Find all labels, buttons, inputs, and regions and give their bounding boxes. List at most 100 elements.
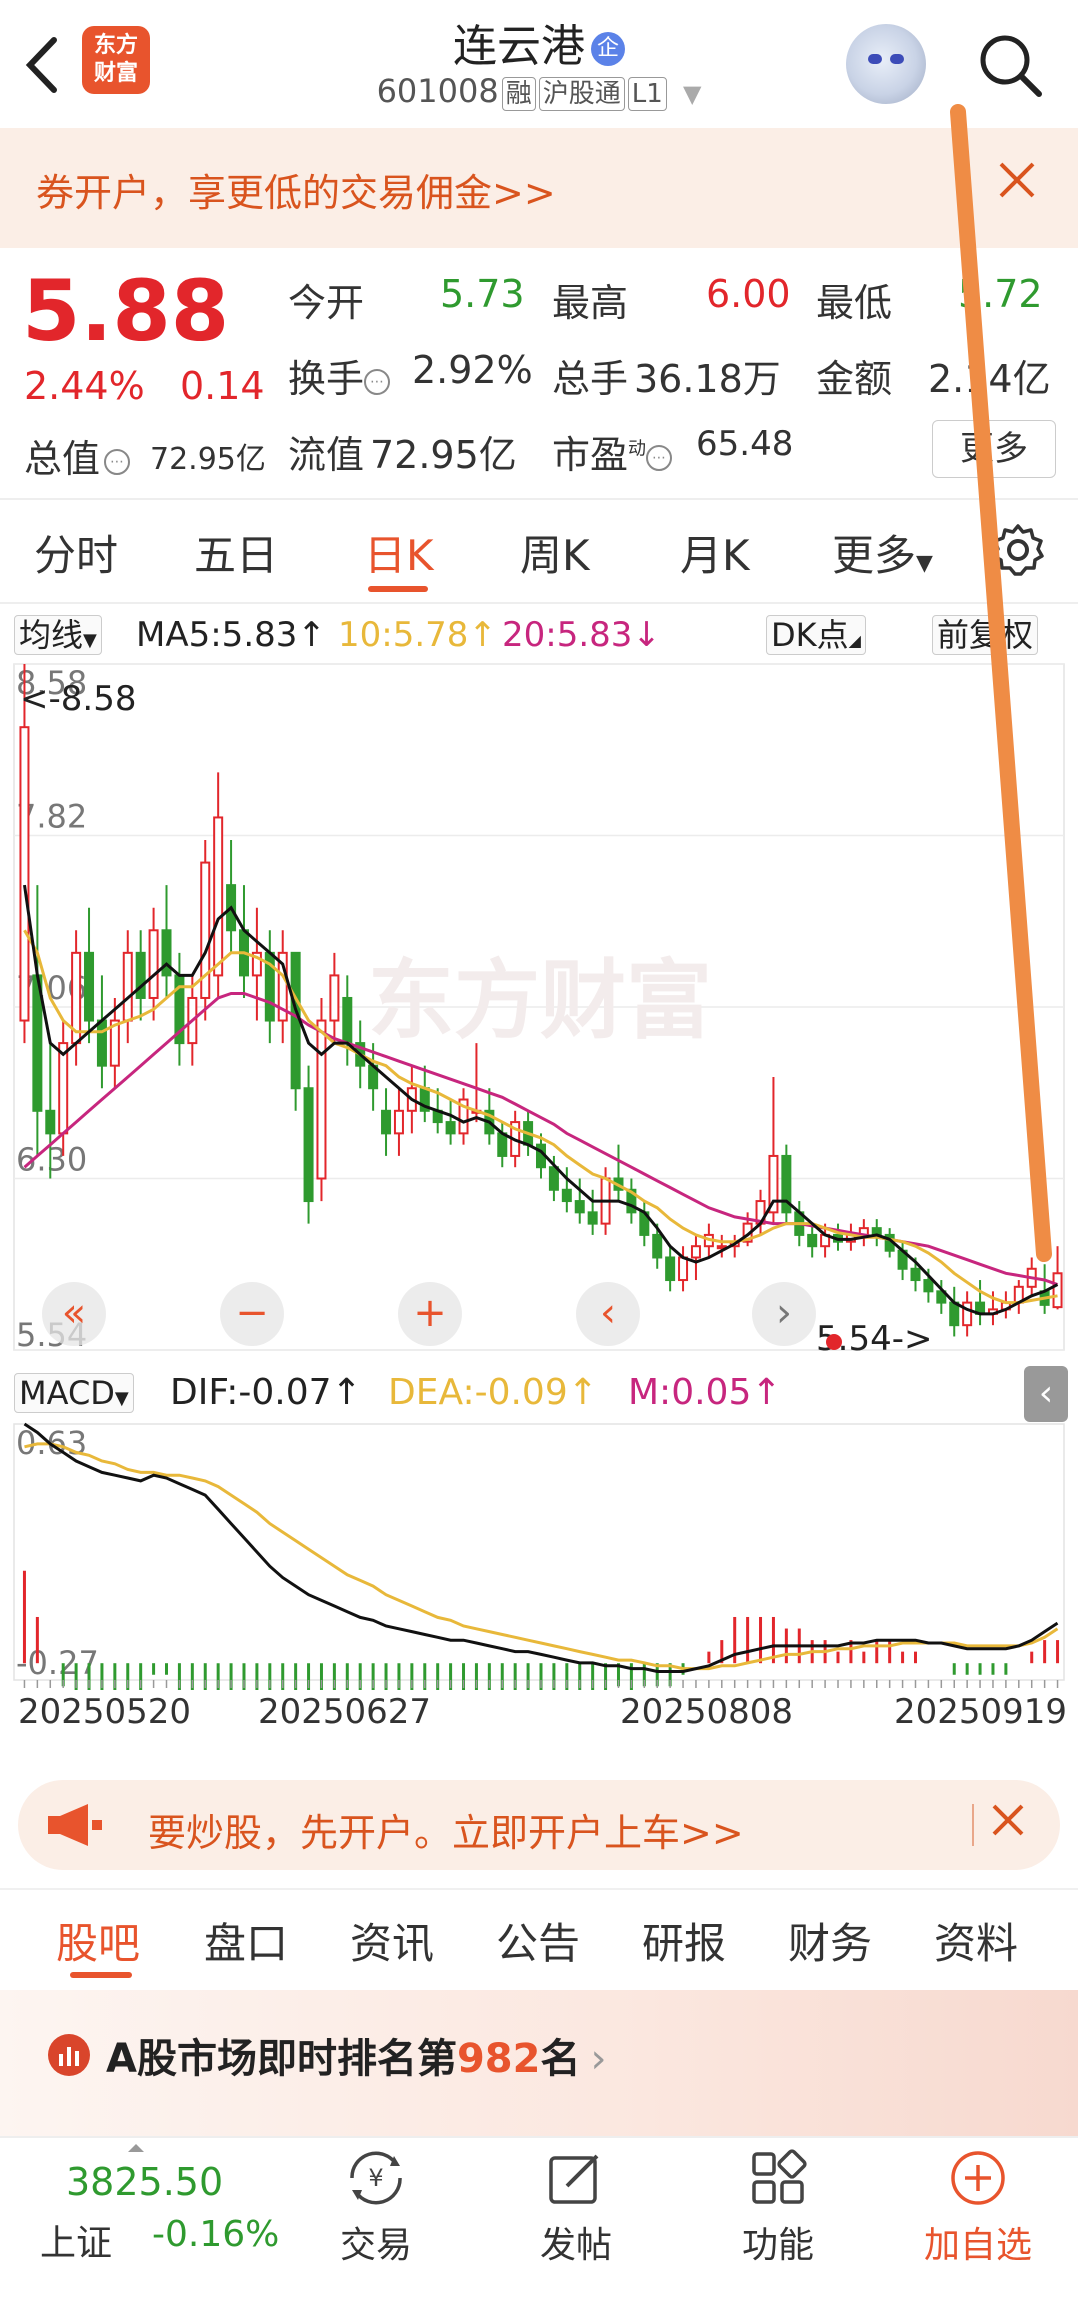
search-icon[interactable] xyxy=(975,30,1045,100)
macd-chart[interactable]: 0.63-0.27 xyxy=(0,1420,1078,1690)
candle-body xyxy=(45,1109,56,1135)
add-circle-icon[interactable] xyxy=(948,2148,1008,2208)
candle-body xyxy=(148,929,159,999)
candlestick-chart[interactable]: 8.587.827.066.305.54东方财富<-8.585.54-> xyxy=(0,660,1078,1360)
zoom-in-button[interactable]: + xyxy=(398,1282,462,1346)
close-icon[interactable] xyxy=(986,1796,1030,1854)
info-icon[interactable]: ⋯ xyxy=(646,444,673,471)
svg-text:¥: ¥ xyxy=(368,2164,383,2192)
divider xyxy=(972,1804,974,1846)
tab-news[interactable]: 资讯 xyxy=(350,1910,434,1971)
tab-monthly-k[interactable]: 月K xyxy=(680,522,750,583)
open-account-banner[interactable]: 要炒股，先开户。立即开户上车>> xyxy=(18,1780,1060,1870)
ranking-card[interactable]: A股市场即时排名第982名 › xyxy=(0,1990,1078,2140)
last-price: 5.88 xyxy=(22,262,230,360)
stock-code: 601008 xyxy=(376,72,499,110)
tab-orderbook[interactable]: 盘口 xyxy=(204,1910,288,1971)
candle-body xyxy=(122,951,133,1022)
divider xyxy=(0,498,1078,500)
high-value: 6.00 xyxy=(706,272,791,316)
macd-selector[interactable]: MACD▼ xyxy=(14,1368,134,1418)
date-label: 20250808 xyxy=(620,1692,794,1732)
edit-post-icon[interactable] xyxy=(545,2148,605,2208)
ranking-number: 982 xyxy=(456,2036,541,2082)
candle-body xyxy=(329,974,340,1022)
date-label: 20250627 xyxy=(258,1692,432,1732)
functions-grid-icon[interactable] xyxy=(748,2148,808,2208)
close-icon[interactable] xyxy=(995,158,1039,211)
open-label: 今开 xyxy=(288,281,365,325)
dif-value: DIF:-0.07↑ xyxy=(170,1372,362,1413)
candle-body xyxy=(96,1019,107,1067)
chevron-left-icon[interactable]: ‹ xyxy=(1024,1366,1068,1422)
open-account-text[interactable]: 要炒股，先开户。立即开户上车>> xyxy=(148,1802,744,1857)
nav-post-label[interactable]: 发帖 xyxy=(516,2216,636,2268)
rewind-button[interactable]: « xyxy=(42,1282,106,1346)
pe-label: 市盈动 ⋯ xyxy=(552,424,673,479)
nav-functions-label[interactable]: 功能 xyxy=(718,2216,838,2268)
volume-label: 总手 xyxy=(552,357,629,401)
ma5-value: MA5:5.83↑ xyxy=(136,615,326,655)
more-quote-button[interactable]: 更多 xyxy=(932,420,1056,478)
candle-body xyxy=(84,951,95,1022)
tag-margin: 融 xyxy=(501,77,536,111)
dk-point-button[interactable]: DK点◢ xyxy=(766,612,866,658)
info-icon[interactable]: ⋯ xyxy=(364,368,391,395)
ranking-text[interactable]: A股市场即时排名第982名 › xyxy=(106,2026,606,2084)
candle-body xyxy=(213,816,224,977)
nav-trade-label[interactable]: 交易 xyxy=(316,2216,436,2268)
tab-finance[interactable]: 财务 xyxy=(788,1910,872,1971)
caret-up-icon xyxy=(128,2144,144,2152)
tab-daily-k[interactable]: 日K xyxy=(364,522,434,583)
candle-body xyxy=(316,1019,327,1180)
dropdown-triangle-icon: ▼ xyxy=(916,551,933,576)
turnover-label: 换手 ⋯ xyxy=(288,348,391,403)
assistant-robot-icon[interactable] xyxy=(846,24,926,104)
stock-name: 连云港 xyxy=(453,21,585,72)
tab-weekly-k[interactable]: 周K xyxy=(520,522,590,583)
nav-add-watchlist-label[interactable]: 加自选 xyxy=(908,2216,1048,2268)
turnover-value: 2.92% xyxy=(412,348,533,392)
gear-icon[interactable] xyxy=(990,522,1046,578)
candle-body xyxy=(381,1109,392,1135)
promo-text[interactable]: 券开户，享更低的交易佣金>> xyxy=(36,162,556,217)
active-tab-indicator xyxy=(368,586,428,592)
scroll-left-button[interactable]: ‹ xyxy=(576,1282,640,1346)
index-change[interactable]: -0.16% xyxy=(152,2214,279,2255)
tab-announcements[interactable]: 公告 xyxy=(496,1910,580,1971)
divider xyxy=(0,1888,1078,1890)
divider xyxy=(0,602,1078,604)
zoom-out-button[interactable]: − xyxy=(220,1282,284,1346)
dropdown-triangle-icon[interactable]: ▼ xyxy=(683,80,701,108)
candle-body xyxy=(497,1132,508,1157)
dea-value: DEA:-0.09↑ xyxy=(388,1372,598,1413)
info-icon[interactable]: ⋯ xyxy=(104,448,131,475)
active-tab-indicator xyxy=(70,1972,132,1978)
candle-body xyxy=(962,1301,973,1327)
date-label: 20250919 xyxy=(894,1692,1068,1732)
trade-icon[interactable]: ¥ xyxy=(336,2148,416,2208)
tab-more[interactable]: 更多▼ xyxy=(832,522,933,583)
low-value: 5.72 xyxy=(958,272,1043,316)
tab-forum[interactable]: 股吧 xyxy=(56,1910,140,1971)
ma-selector[interactable]: 均线▼ xyxy=(14,612,102,658)
y-tick-label: 6.30 xyxy=(16,1141,87,1179)
candle-body xyxy=(19,726,30,1022)
adjust-price-button[interactable]: 前复权 xyxy=(932,612,1039,658)
candle-body xyxy=(393,1109,404,1135)
candle-body xyxy=(678,1256,689,1282)
index-value[interactable]: 3825.50 xyxy=(66,2160,223,2204)
chevron-right-icon: › xyxy=(590,2036,607,2082)
index-name[interactable]: 上证 xyxy=(40,2214,112,2266)
ma10-value: 10:5.78↑ xyxy=(338,615,497,655)
tab-research[interactable]: 研报 xyxy=(642,1910,726,1971)
scroll-right-button[interactable]: › xyxy=(752,1282,816,1346)
amount-value: 2.14亿 xyxy=(928,357,1051,401)
candle-body xyxy=(342,996,353,1045)
tab-profile[interactable]: 资料 xyxy=(934,1910,1018,1971)
promo-banner[interactable]: 券开户，享更低的交易佣金>> xyxy=(0,128,1078,248)
tab-five-day[interactable]: 五日 xyxy=(194,522,278,583)
megaphone-icon xyxy=(44,1800,108,1850)
tab-intraday[interactable]: 分时 xyxy=(34,522,118,583)
dif-line xyxy=(23,1422,1059,1673)
